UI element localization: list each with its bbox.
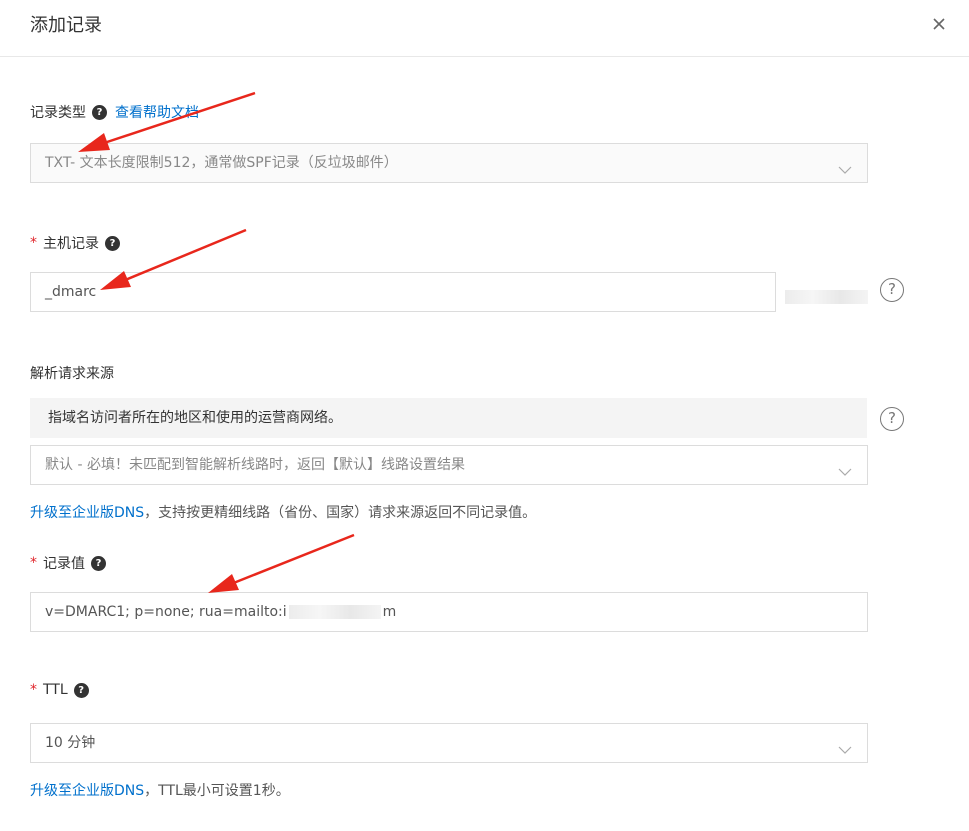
domain-suffix-redacted [783, 286, 868, 304]
help-icon[interactable]: ? [73, 682, 89, 698]
ttl-select[interactable]: 10 分钟 [30, 723, 868, 763]
record-type-value: TXT- 文本长度限制512，通常做SPF记录（反垃圾邮件） [45, 155, 398, 171]
annotation-arrow [208, 533, 355, 593]
upgrade-dns-link[interactable]: 升级至企业版DNS [30, 505, 144, 521]
chevron-down-icon [837, 155, 853, 174]
resolution-source-value: 默认 - 必填！未匹配到智能解析线路时，返回【默认】线路设置结果 [45, 457, 465, 473]
upgrade-dns-link[interactable]: 升级至企业版DNS [30, 783, 144, 799]
resolution-source-label: 解析请求来源 [30, 366, 114, 382]
ttl-upgrade-hint: 升级至企业版DNS，TTL最小可设置1秒。 [30, 780, 290, 800]
record-type-label-row: 记录类型 ? 查看帮助文档 [30, 102, 199, 122]
ttl-label-row: * TTL ? [30, 682, 89, 698]
host-record-input[interactable]: _dmarc [30, 272, 776, 312]
resolution-source-select[interactable]: 默认 - 必填！未匹配到智能解析线路时，返回【默认】线路设置结果 [30, 445, 868, 485]
host-record-label-row: * 主机记录 ? [30, 233, 120, 253]
dialog-title: 添加记录 [30, 15, 102, 36]
record-value-prefix: v=DMARC1; p=none; rua=mailto:i [45, 604, 287, 620]
ttl-label: TTL [43, 682, 68, 698]
required-mark: * [30, 235, 37, 251]
host-record-label: 主机记录 [43, 236, 99, 252]
help-doc-link[interactable]: 查看帮助文档 [115, 102, 199, 122]
close-icon[interactable] [925, 10, 953, 38]
resolution-source-tip: 指域名访问者所在的地区和使用的运营商网络。 [30, 398, 867, 438]
record-value-suffix: m [382, 604, 397, 620]
help-icon[interactable]: ? [92, 104, 107, 120]
chevron-down-icon [837, 457, 853, 476]
help-icon[interactable]: ? [105, 235, 120, 251]
host-record-value: _dmarc [45, 284, 97, 300]
record-type-label: 记录类型 [30, 105, 86, 121]
record-type-select[interactable]: TXT- 文本长度限制512，通常做SPF记录（反垃圾邮件） [30, 143, 868, 183]
record-value-input[interactable]: v=DMARC1; p=none; rua=mailto:i m [30, 592, 868, 632]
dialog-header: 添加记录 [0, 0, 969, 57]
record-value-label-row: * 记录值 ? [30, 553, 106, 573]
question-circle-icon[interactable]: ? [880, 278, 904, 302]
ttl-upgrade-text: ，TTL最小可设置1秒。 [144, 783, 290, 799]
ttl-value: 10 分钟 [45, 735, 96, 751]
required-mark: * [30, 682, 37, 698]
resolution-upgrade-hint: 升级至企业版DNS，支持按更精细线路（省份、国家）请求来源返回不同记录值。 [30, 502, 536, 522]
record-value-label: 记录值 [43, 556, 85, 572]
chevron-down-icon [837, 735, 853, 754]
question-circle-icon[interactable]: ? [880, 407, 904, 431]
required-mark: * [30, 555, 37, 571]
redacted-email [288, 605, 381, 619]
upgrade-dns-text: ，支持按更精细线路（省份、国家）请求来源返回不同记录值。 [144, 505, 537, 521]
help-icon[interactable]: ? [91, 555, 106, 571]
